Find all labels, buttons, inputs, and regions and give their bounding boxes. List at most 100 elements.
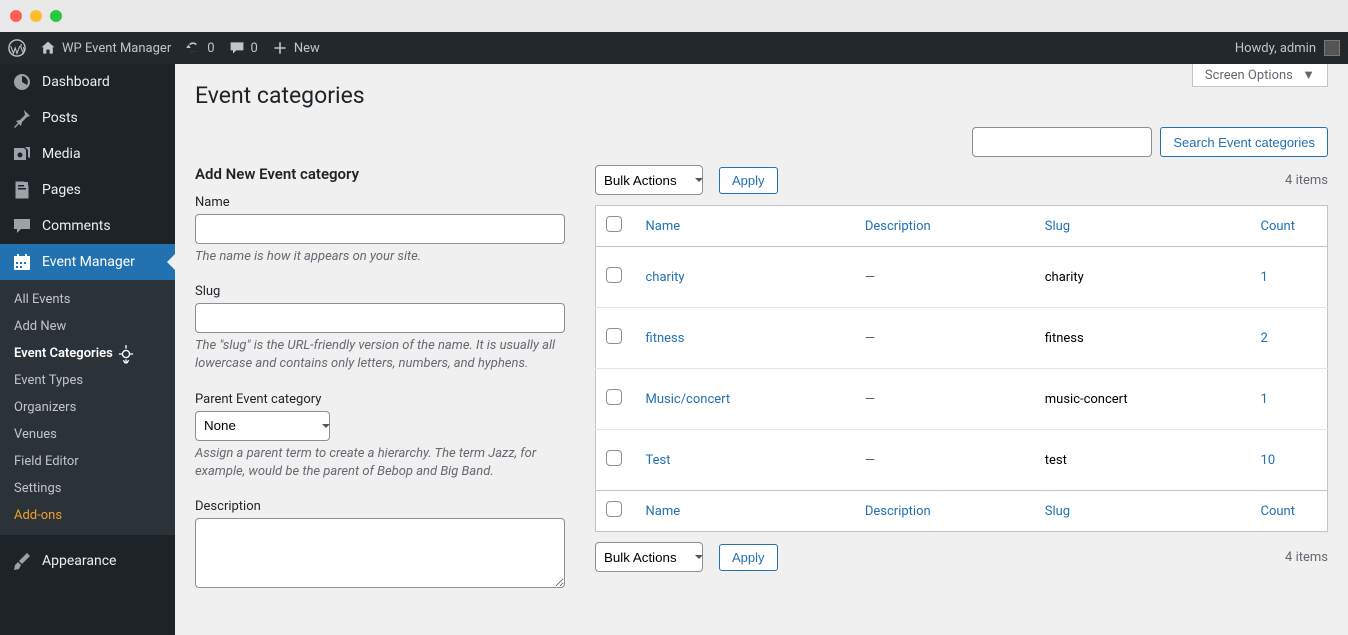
- slug-input[interactable]: [195, 303, 565, 333]
- col-description-footer[interactable]: Description: [855, 491, 1035, 532]
- sidebar-item-dashboard[interactable]: Dashboard: [0, 64, 175, 100]
- parent-select[interactable]: None: [195, 411, 330, 441]
- wordpress-icon: [8, 39, 26, 57]
- items-count-bottom: 4 items: [1285, 550, 1328, 565]
- sidebar-item-pages[interactable]: Pages: [0, 172, 175, 208]
- row-name-link[interactable]: Test: [646, 453, 671, 468]
- submenu-field-editor[interactable]: Field Editor: [0, 448, 175, 475]
- submenu-event-categories[interactable]: Event Categories: [0, 340, 175, 367]
- sidebar-item-label: Comments: [42, 218, 111, 234]
- row-count-link[interactable]: 10: [1261, 453, 1276, 468]
- col-name-footer[interactable]: Name: [636, 491, 855, 532]
- row-name-link[interactable]: fitness: [646, 331, 685, 346]
- apply-button-top[interactable]: Apply: [719, 167, 778, 194]
- sidebar-item-posts[interactable]: Posts: [0, 100, 175, 136]
- items-count-top: 4 items: [1285, 173, 1328, 188]
- row-checkbox[interactable]: [606, 267, 622, 283]
- row-description: —: [865, 392, 875, 407]
- description-textarea[interactable]: [195, 518, 565, 588]
- admin-bar: WP Event Manager 0 0 New Howdy, admin: [0, 32, 1348, 64]
- table-row: charity—charity1: [596, 247, 1328, 308]
- row-count-link[interactable]: 1: [1261, 270, 1268, 285]
- row-slug: charity: [1045, 270, 1084, 285]
- submenu-venues[interactable]: Venues: [0, 421, 175, 448]
- row-checkbox[interactable]: [606, 450, 622, 466]
- row-slug: fitness: [1045, 331, 1084, 346]
- submenu-label: Event Categories: [14, 346, 113, 361]
- slug-label: Slug: [195, 284, 565, 299]
- slug-help: The "slug" is the URL-friendly version o…: [195, 337, 565, 373]
- plus-icon: [272, 40, 288, 56]
- bulk-actions-top[interactable]: Bulk Actions: [595, 165, 703, 195]
- screen-options-toggle[interactable]: Screen Options ▼: [1192, 64, 1328, 87]
- row-count-link[interactable]: 2: [1261, 331, 1268, 346]
- table-row: Test—test10: [596, 430, 1328, 491]
- comments-count: 0: [251, 41, 258, 56]
- howdy-text: Howdy, admin: [1235, 41, 1316, 56]
- comment-icon: [12, 216, 32, 236]
- admin-bar-account[interactable]: Howdy, admin: [1235, 40, 1340, 56]
- admin-sidebar: Dashboard Posts Media Pages Comments Eve…: [0, 64, 175, 635]
- submenu-settings[interactable]: Settings: [0, 475, 175, 502]
- form-heading: Add New Event category: [195, 165, 565, 183]
- name-input[interactable]: [195, 214, 565, 244]
- comments-link[interactable]: 0: [229, 40, 258, 56]
- submenu-addons[interactable]: Add-ons: [0, 502, 175, 529]
- col-slug-footer[interactable]: Slug: [1035, 491, 1251, 532]
- row-name-link[interactable]: Music/concert: [646, 392, 731, 407]
- new-content-link[interactable]: New: [272, 40, 320, 56]
- apply-button-bottom[interactable]: Apply: [719, 544, 778, 571]
- submenu-add-new[interactable]: Add New: [0, 313, 175, 340]
- sidebar-item-appearance[interactable]: Appearance: [0, 543, 175, 579]
- sidebar-item-comments[interactable]: Comments: [0, 208, 175, 244]
- col-count-header[interactable]: Count: [1251, 206, 1328, 247]
- row-description: —: [865, 331, 875, 346]
- name-label: Name: [195, 195, 565, 210]
- sidebar-item-label: Event Manager: [42, 254, 135, 270]
- row-checkbox[interactable]: [606, 389, 622, 405]
- sidebar-item-label: Dashboard: [42, 74, 110, 90]
- row-checkbox[interactable]: [606, 328, 622, 344]
- screen-options-label: Screen Options: [1205, 68, 1293, 83]
- event-manager-submenu: All Events Add New Event Categories Even…: [0, 280, 175, 535]
- col-slug-header[interactable]: Slug: [1035, 206, 1251, 247]
- category-search-input[interactable]: [972, 127, 1152, 157]
- search-button[interactable]: Search Event categories: [1160, 127, 1328, 157]
- row-description: —: [865, 453, 875, 468]
- submenu-organizers[interactable]: Organizers: [0, 394, 175, 421]
- new-label: New: [294, 41, 320, 56]
- home-icon: [40, 40, 56, 56]
- col-description-header[interactable]: Description: [855, 206, 1035, 247]
- row-name-link[interactable]: charity: [646, 270, 685, 285]
- page-title: Event categories: [175, 64, 1348, 119]
- col-name-header[interactable]: Name: [636, 206, 855, 247]
- window-minimize-icon[interactable]: [30, 10, 42, 22]
- sidebar-item-label: Appearance: [42, 553, 116, 569]
- select-all-top[interactable]: [606, 216, 622, 232]
- updates-link[interactable]: 0: [185, 40, 214, 56]
- site-home-link[interactable]: WP Event Manager: [40, 40, 171, 56]
- pin-icon: [12, 108, 32, 128]
- select-all-bottom[interactable]: [606, 501, 622, 517]
- updates-count: 0: [207, 41, 214, 56]
- submenu-event-types[interactable]: Event Types: [0, 367, 175, 394]
- calendar-icon: [12, 252, 32, 272]
- col-count-footer[interactable]: Count: [1251, 491, 1328, 532]
- categories-table: Name Description Slug Count charity — char…: [595, 205, 1328, 532]
- submenu-all-events[interactable]: All Events: [0, 286, 175, 313]
- chevron-down-icon: ▼: [1302, 68, 1315, 83]
- mac-titlebar: [0, 0, 1348, 32]
- sidebar-item-label: Pages: [42, 182, 81, 198]
- row-count-link[interactable]: 1: [1261, 392, 1268, 407]
- dashboard-icon: [12, 72, 32, 92]
- categories-list: Bulk Actions Apply 4 items Name Descript…: [595, 165, 1328, 592]
- row-slug: music-concert: [1045, 392, 1128, 407]
- window-zoom-icon[interactable]: [50, 10, 62, 22]
- bulk-actions-bottom[interactable]: Bulk Actions: [595, 542, 703, 572]
- parent-label: Parent Event category: [195, 392, 565, 407]
- wp-logo[interactable]: [8, 39, 26, 57]
- site-title: WP Event Manager: [62, 41, 171, 56]
- sidebar-item-event-manager[interactable]: Event Manager: [0, 244, 175, 280]
- window-close-icon[interactable]: [10, 10, 22, 22]
- sidebar-item-media[interactable]: Media: [0, 136, 175, 172]
